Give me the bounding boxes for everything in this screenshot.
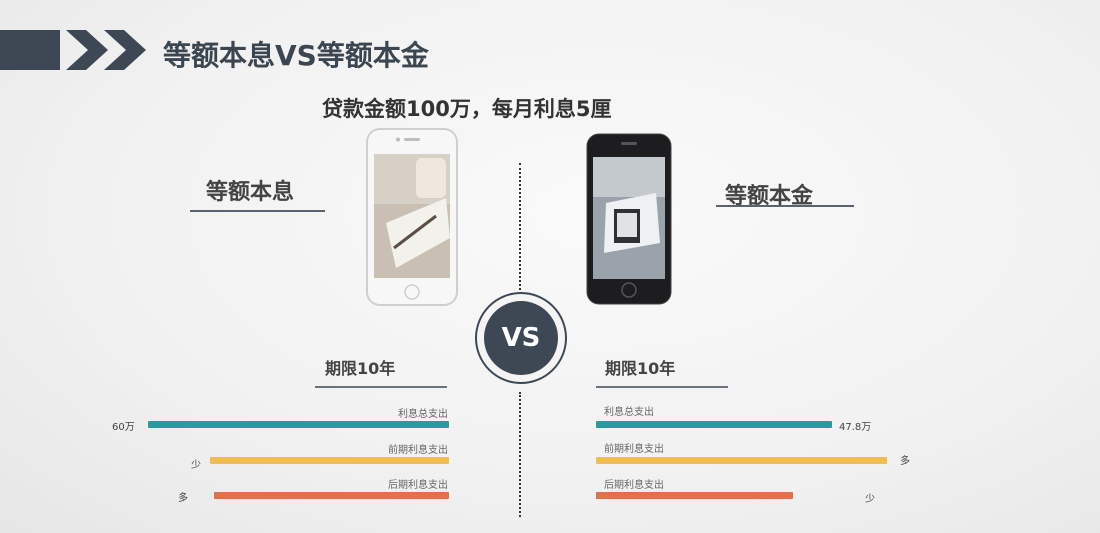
left-bar3-value: 多 — [178, 493, 188, 504]
page-title: 等额本息VS等额本金 — [163, 39, 429, 72]
right-bar2-label: 前期利息支出 — [604, 444, 664, 455]
left-period-label: 期限10年 — [325, 359, 396, 378]
right-bar1-value: 47.8万 — [839, 422, 872, 433]
header-arrows-icon — [0, 30, 146, 70]
page-subtitle: 贷款金额100万，每月利息5厘 — [322, 97, 612, 121]
vs-badge: VS — [475, 292, 567, 384]
left-bar2 — [210, 457, 449, 464]
left-bar3-label: 后期利息支出 — [388, 480, 448, 491]
right-bar1 — [596, 421, 832, 428]
white-phone-image — [366, 128, 458, 306]
vs-text: VS — [484, 301, 558, 375]
left-bar2-label: 前期利息支出 — [388, 445, 448, 456]
right-period-label: 期限10年 — [605, 359, 676, 378]
left-bar1-label: 利息总支出 — [398, 409, 448, 420]
left-label-underline — [190, 210, 325, 212]
left-bar1-value: 60万 — [112, 422, 135, 433]
right-label-underline — [716, 205, 854, 207]
right-bar2-value: 多 — [900, 456, 910, 467]
left-bar3 — [214, 492, 449, 499]
right-bar2 — [596, 457, 887, 464]
right-bar3-value: 少 — [865, 494, 875, 505]
center-divider-top — [519, 163, 521, 290]
right-bar1-label: 利息总支出 — [604, 407, 654, 418]
left-period-underline — [315, 386, 447, 388]
right-period-underline — [596, 386, 728, 388]
center-divider-bottom — [519, 392, 521, 517]
left-bar2-value: 少 — [191, 460, 201, 471]
left-method-label: 等额本息 — [206, 180, 295, 205]
right-bar3 — [596, 492, 793, 499]
right-bar3-label: 后期利息支出 — [604, 480, 664, 491]
black-phone-image — [586, 133, 672, 305]
left-bar1 — [148, 421, 449, 428]
